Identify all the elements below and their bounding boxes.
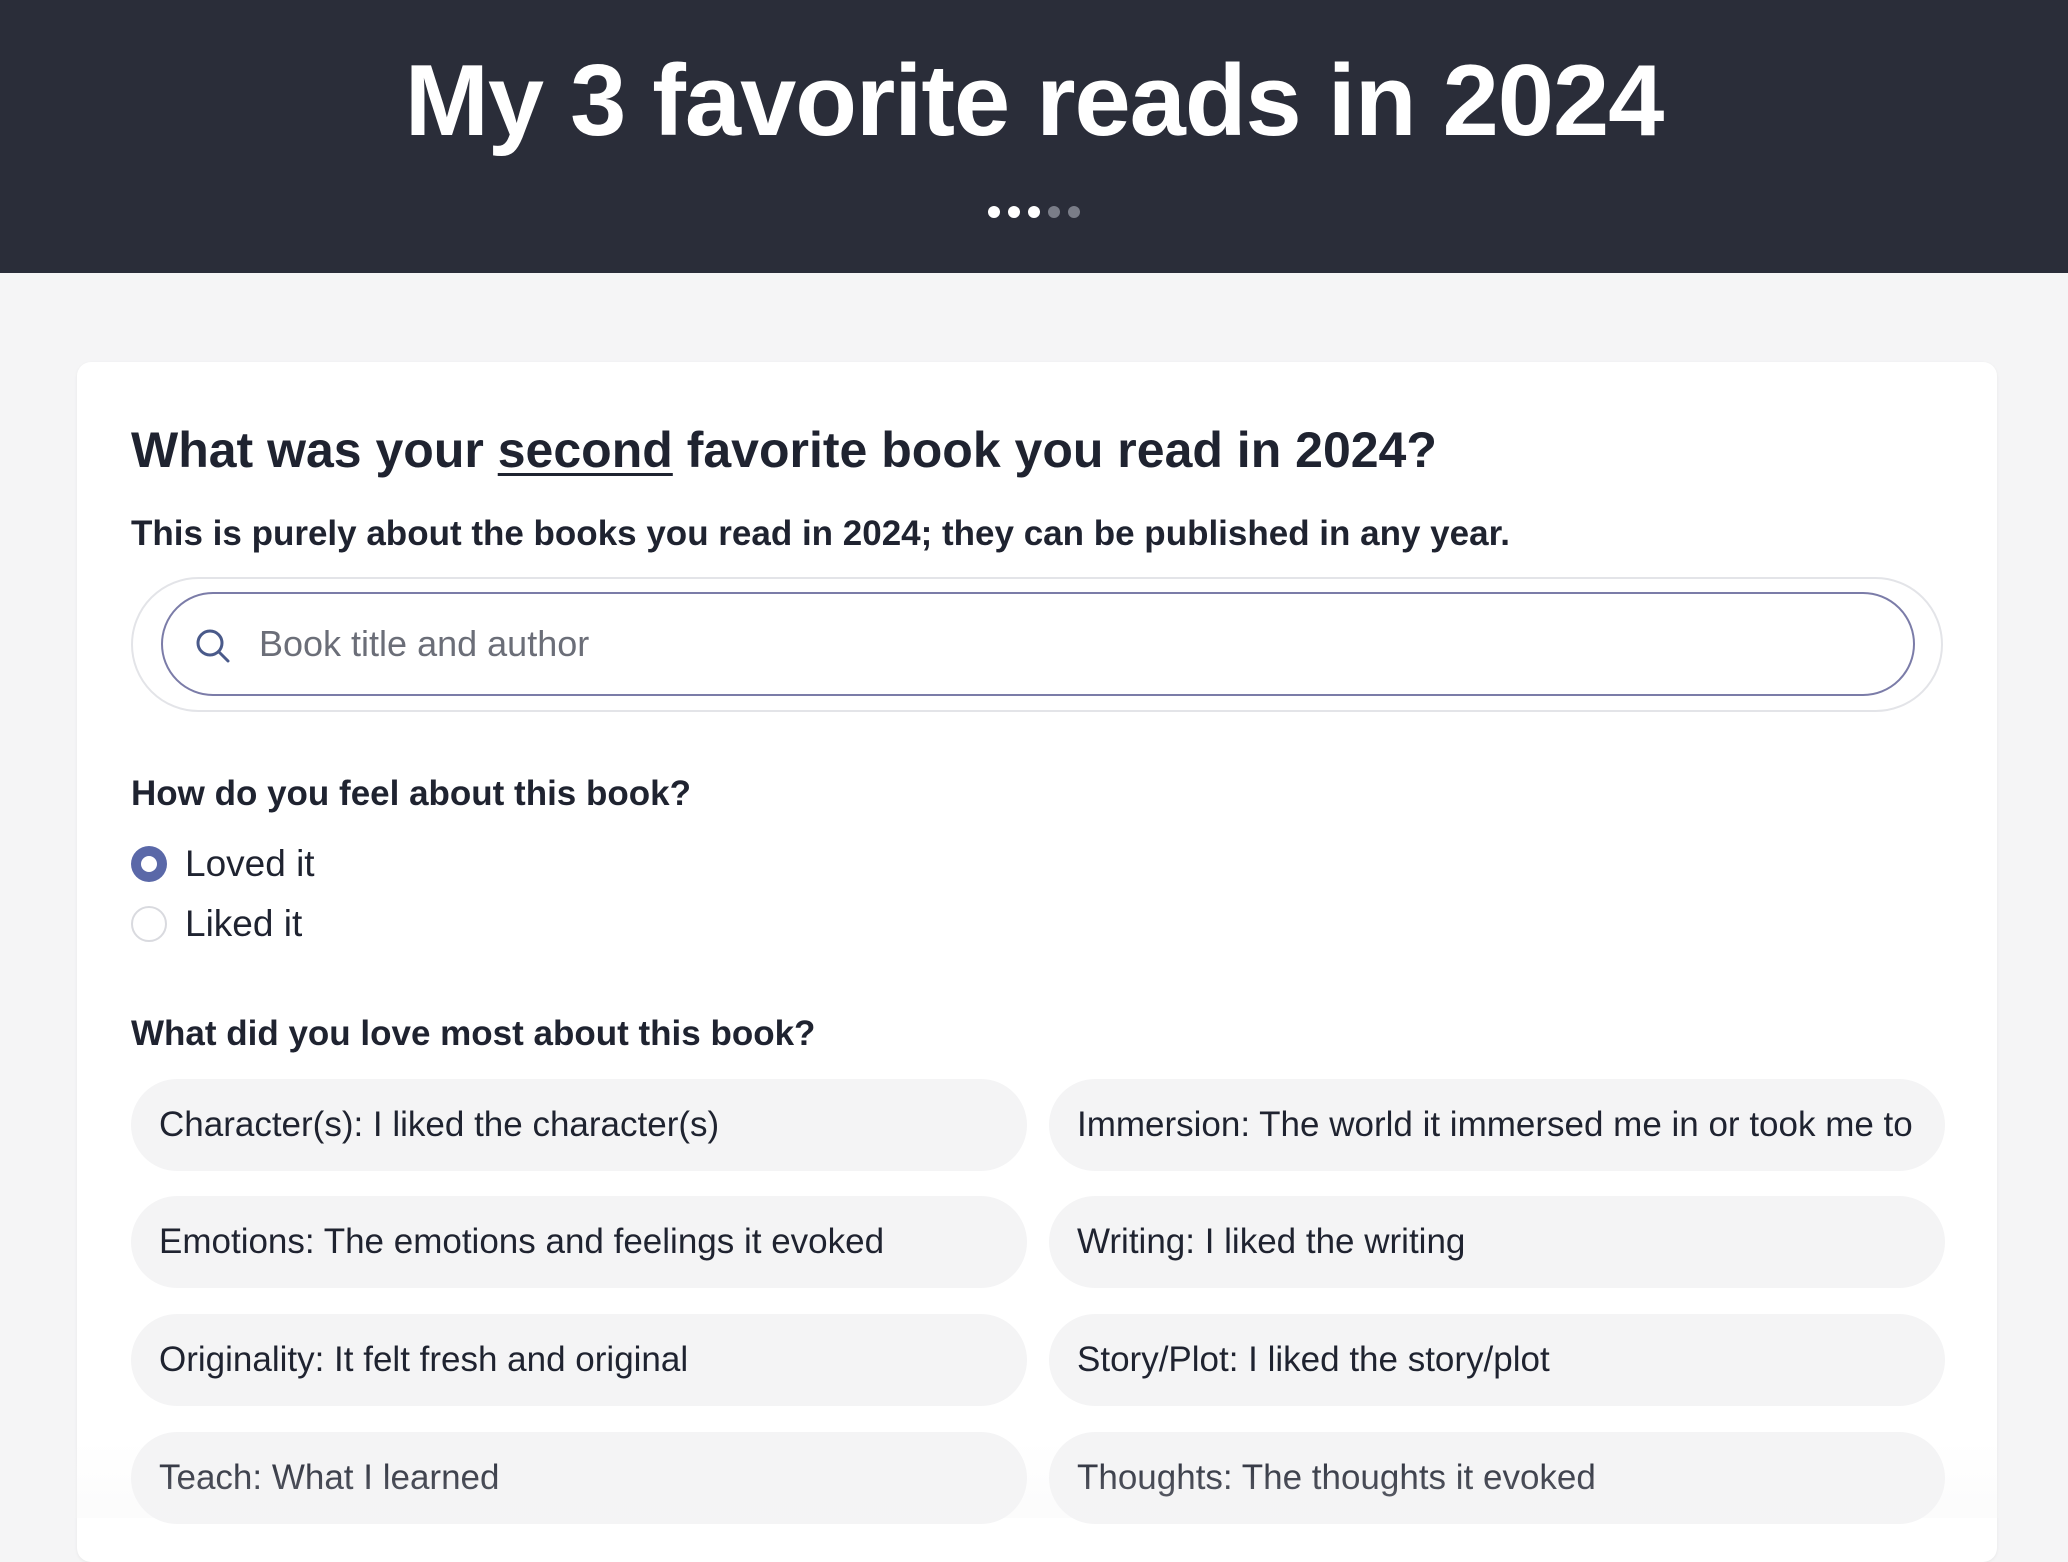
- progress-dot-2: [1008, 206, 1020, 218]
- question-title-emphasis: second: [497, 422, 673, 478]
- radio-label-loved-it: Loved it: [185, 843, 315, 884]
- chip-writing[interactable]: Writing: I liked the writing: [1049, 1196, 1945, 1288]
- progress-dot-3: [1028, 206, 1040, 218]
- question-title: What was your second favorite book you r…: [131, 420, 1437, 480]
- chip-story-plot[interactable]: Story/Plot: I liked the story/plot: [1049, 1314, 1945, 1406]
- radio-option-loved-it[interactable]: Loved it: [131, 842, 315, 886]
- feeling-question-label: How do you feel about this book?: [131, 774, 691, 813]
- search-container: [131, 577, 1943, 712]
- progress-dots: [0, 206, 2068, 218]
- search-box[interactable]: [161, 592, 1915, 696]
- chip-characters[interactable]: Character(s): I liked the character(s): [131, 1079, 1027, 1171]
- chip-originality[interactable]: Originality: It felt fresh and original: [131, 1314, 1027, 1406]
- progress-dot-4: [1048, 206, 1060, 218]
- search-icon: [196, 629, 230, 663]
- radio-button-liked-it[interactable]: [131, 906, 167, 942]
- book-search-input[interactable]: [259, 594, 1879, 694]
- chip-immersion[interactable]: Immersion: The world it immersed me in o…: [1049, 1079, 1945, 1171]
- question-title-after: favorite book you read in 2024?: [672, 422, 1437, 478]
- question-title-before: What was your: [131, 422, 498, 478]
- radio-option-liked-it[interactable]: Liked it: [131, 902, 302, 946]
- progress-dot-1: [988, 206, 1000, 218]
- radio-button-loved-it[interactable]: [131, 846, 167, 882]
- page-header: My 3 favorite reads in 2024: [0, 0, 2068, 273]
- chip-emotions[interactable]: Emotions: The emotions and feelings it e…: [131, 1196, 1027, 1288]
- question-card: What was your second favorite book you r…: [77, 362, 1997, 1562]
- love-most-question-label: What did you love most about this book?: [131, 1014, 816, 1053]
- chip-teach[interactable]: Teach: What I learned: [131, 1432, 1027, 1524]
- progress-dot-5: [1068, 206, 1080, 218]
- radio-label-liked-it: Liked it: [185, 903, 303, 944]
- page-title: My 3 favorite reads in 2024: [404, 45, 1665, 157]
- question-subtitle: This is purely about the books you read …: [131, 514, 1510, 553]
- chip-thoughts[interactable]: Thoughts: The thoughts it evoked: [1049, 1432, 1945, 1524]
